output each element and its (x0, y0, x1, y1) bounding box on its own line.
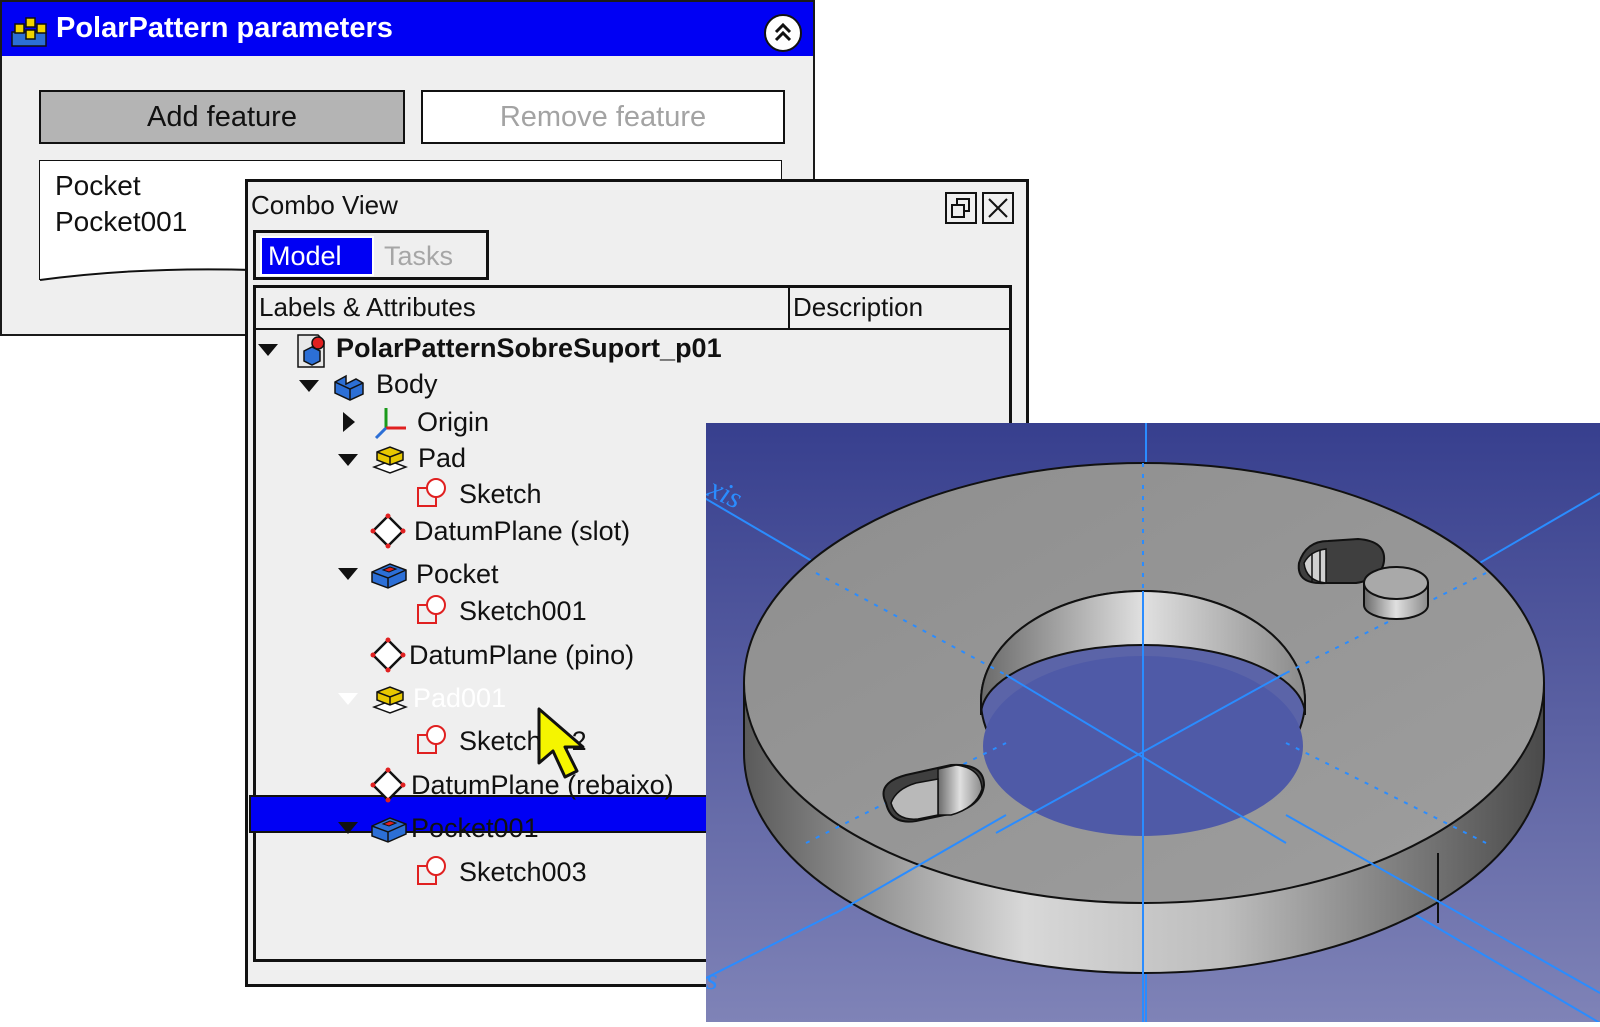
tree-item-label: Sketch003 (459, 857, 587, 887)
float-window-icon (951, 198, 970, 218)
datum-plane-icon (370, 513, 406, 554)
column-divider[interactable] (788, 288, 790, 328)
collapse-button[interactable] (764, 14, 802, 52)
datum-plane-icon (370, 637, 406, 678)
pad-icon (371, 440, 409, 481)
expand-arrow-icon[interactable] (299, 380, 319, 392)
pocket-icon (370, 556, 408, 597)
sketch-icon (416, 476, 450, 515)
sketch-icon (416, 854, 450, 893)
collapse-arrow-icon[interactable] (343, 412, 355, 432)
mouse-cursor-icon (535, 705, 595, 790)
panel-header[interactable]: PolarPattern parameters (2, 2, 813, 56)
column-header-description[interactable]: Description (793, 292, 923, 323)
polarpattern-icon (10, 12, 50, 53)
expand-arrow-icon[interactable] (338, 454, 358, 466)
tree-item-label: Sketch001 (459, 596, 587, 626)
add-feature-button[interactable]: Add feature (39, 90, 405, 144)
tree-item-label: Pad (418, 443, 467, 473)
tree-row[interactable]: Body (256, 366, 1009, 404)
tree-item-label: PolarPatternSobreSuport_p01 (336, 333, 722, 363)
tree-item-label: DatumPlane (slot) (414, 516, 631, 546)
tab-tasks[interactable]: Tasks (384, 236, 453, 276)
remove-feature-button[interactable]: Remove feature (421, 90, 785, 144)
tree-item-label: Pad001 (413, 683, 507, 713)
origin-axes-icon (372, 404, 408, 445)
float-button[interactable] (945, 192, 977, 224)
expand-arrow-icon[interactable] (338, 822, 358, 834)
axis-label-bottom: s (706, 963, 718, 996)
tree-item-label: Body (376, 369, 438, 399)
sketch-icon (416, 593, 450, 632)
column-header-labels[interactable]: Labels & Attributes (259, 292, 476, 323)
tab-bar: Model Tasks (253, 230, 489, 280)
tree-row[interactable]: PolarPatternSobreSuport_p01 (256, 330, 1009, 368)
sketch-icon (416, 723, 450, 762)
panel-title: PolarPattern parameters (56, 12, 393, 44)
tree-item-label: Sketch (459, 479, 542, 509)
tree-item-label: Pocket (416, 559, 499, 589)
tree-item-label: Origin (417, 407, 490, 437)
pocket-icon (370, 810, 408, 851)
expand-arrow-icon[interactable] (338, 693, 358, 705)
body-icon (332, 368, 366, 407)
chevron-up-double-icon (774, 22, 792, 42)
list-item[interactable]: Pocket (55, 170, 141, 202)
datum-plane-icon (370, 767, 406, 808)
tree-item-label: DatumPlane (pino) (409, 640, 635, 670)
close-icon (988, 198, 1008, 218)
tree-item-label: Pocket001 (411, 813, 539, 843)
tree-header: Labels & Attributes Description (256, 288, 1009, 330)
expand-arrow-icon[interactable] (338, 568, 358, 580)
combo-view-title: Combo View (251, 190, 398, 220)
tab-model[interactable]: Model (260, 236, 374, 276)
expand-arrow-icon[interactable] (258, 344, 278, 356)
3d-viewport[interactable]: xis s (695, 423, 1600, 1024)
close-button[interactable] (982, 192, 1014, 224)
pad-icon (371, 680, 409, 721)
list-item[interactable]: Pocket001 (55, 206, 187, 238)
